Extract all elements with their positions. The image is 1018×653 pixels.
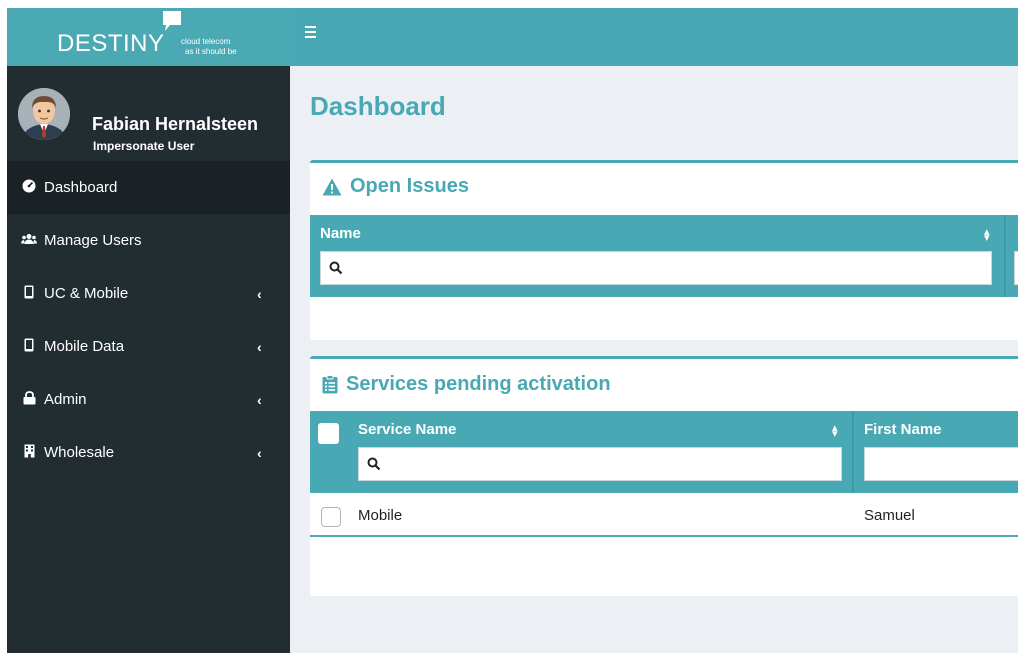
first-name-search-field xyxy=(864,447,1018,481)
mobile-phone-icon xyxy=(20,338,38,355)
building-icon xyxy=(20,444,38,461)
sidebar-item-dashboard[interactable]: Dashboard xyxy=(7,161,290,214)
sidebar-item-manage-users[interactable]: Manage Users xyxy=(7,214,290,267)
sidebar-menu: Dashboard Manage Users UC & Mobile ‹ Mob… xyxy=(7,161,290,479)
brand-tagline-line2: as it should be xyxy=(185,47,237,56)
sidebar-item-wholesale[interactable]: Wholesale ‹ xyxy=(7,426,290,479)
speech-bubble-icon xyxy=(163,11,181,31)
user-panel: Fabian Hernalsteen Impersonate User xyxy=(7,66,290,161)
column-header-service-name[interactable]: Service Name xyxy=(358,421,456,438)
service-name-search-field xyxy=(358,447,842,481)
sidebar-item-label: Manage Users xyxy=(44,232,142,249)
chevron-left-icon[interactable]: ‹ xyxy=(257,426,262,479)
brand-name: DESTINY xyxy=(57,30,165,57)
first-name-cell: Samuel xyxy=(864,507,915,524)
services-table-header: Service Name ▴ ▾ First Name xyxy=(310,411,1018,493)
name-search-input[interactable] xyxy=(349,253,991,283)
select-all-checkbox[interactable] xyxy=(318,423,339,444)
sidebar: Fabian Hernalsteen Impersonate User Dash… xyxy=(7,66,290,653)
open-issues-title: Open Issues xyxy=(350,175,469,197)
user-avatar-icon xyxy=(18,88,70,140)
column-divider xyxy=(852,411,854,493)
sidebar-item-label: Mobile Data xyxy=(44,338,125,355)
user-name: Fabian Hernalsteen xyxy=(92,114,259,134)
search-icon xyxy=(367,457,381,471)
page-title: Dashboard xyxy=(310,91,446,121)
row-checkbox[interactable] xyxy=(321,507,341,527)
lock-icon xyxy=(20,391,38,408)
column-header-first-name[interactable]: First Name xyxy=(864,421,942,438)
main-content: Dashboard Open Issues Name ▴ ▾ Services … xyxy=(290,66,1018,653)
service-name-cell: Mobile xyxy=(358,507,403,524)
open-issues-panel: Open Issues Name ▴ ▾ xyxy=(310,160,1018,340)
open-issues-heading: Open Issues xyxy=(322,175,469,198)
brand-logo[interactable]: DESTINY cloud telecom as it should be xyxy=(7,8,290,66)
app-frame: DESTINY cloud telecom as it should be Fa… xyxy=(7,8,1018,653)
warning-triangle-icon xyxy=(322,178,342,196)
services-pending-heading: Services pending activation xyxy=(322,373,611,396)
top-header: DESTINY cloud telecom as it should be xyxy=(7,8,1018,66)
sidebar-item-label: Dashboard xyxy=(44,179,118,196)
sidebar-item-uc-mobile[interactable]: UC & Mobile ‹ xyxy=(7,267,290,320)
sort-icon[interactable]: ▴ ▾ xyxy=(984,227,990,244)
column-divider xyxy=(1004,215,1006,297)
sidebar-item-label: Admin xyxy=(44,391,87,408)
users-icon xyxy=(20,233,38,248)
mobile-phone-icon xyxy=(20,285,38,302)
service-name-search-input[interactable] xyxy=(387,449,841,479)
brand-tagline-line1: cloud telecom xyxy=(181,37,231,46)
sidebar-item-admin[interactable]: Admin ‹ xyxy=(7,373,290,426)
search-icon xyxy=(329,261,343,275)
next-column-search-field[interactable] xyxy=(1014,251,1018,285)
sort-icon[interactable]: ▴ ▾ xyxy=(832,423,838,440)
chevron-left-icon[interactable]: ‹ xyxy=(257,320,262,373)
first-name-search-input[interactable] xyxy=(879,449,1018,479)
dashboard-gauge-icon xyxy=(20,179,38,196)
column-header-name[interactable]: Name xyxy=(320,225,361,242)
open-issues-table-header: Name ▴ ▾ xyxy=(310,215,1018,297)
name-search-field xyxy=(320,251,992,285)
clipboard-list-icon xyxy=(322,375,338,394)
sidebar-toggle-icon[interactable] xyxy=(305,23,321,39)
chevron-left-icon[interactable]: ‹ xyxy=(257,373,262,426)
services-pending-title: Services pending activation xyxy=(346,373,611,395)
services-pending-panel: Services pending activation Service Name… xyxy=(310,356,1018,596)
impersonate-user-link[interactable]: Impersonate User xyxy=(93,139,194,153)
sidebar-item-mobile-data[interactable]: Mobile Data ‹ xyxy=(7,320,290,373)
sidebar-item-label: Wholesale xyxy=(44,444,115,461)
sidebar-item-label: UC & Mobile xyxy=(44,285,129,302)
chevron-left-icon[interactable]: ‹ xyxy=(257,267,262,320)
avatar xyxy=(18,88,70,140)
table-row[interactable]: Mobile Samuel xyxy=(310,493,1018,537)
